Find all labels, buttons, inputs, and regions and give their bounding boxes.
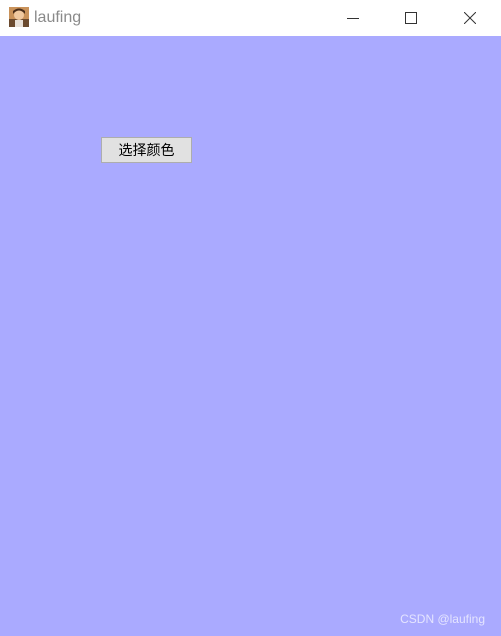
close-icon — [464, 12, 476, 24]
close-button[interactable] — [441, 0, 499, 36]
choose-color-button[interactable]: 选择颜色 — [101, 137, 192, 163]
app-avatar-icon — [9, 7, 29, 27]
minimize-icon — [347, 18, 359, 19]
window-title: laufing — [34, 9, 82, 26]
maximize-icon — [405, 12, 417, 24]
watermark-text: CSDN @laufing — [400, 612, 485, 626]
client-area: 选择颜色 CSDN @laufing — [0, 36, 501, 636]
title-bar[interactable]: laufing — [0, 0, 501, 36]
minimize-button[interactable] — [324, 0, 382, 36]
maximize-button[interactable] — [382, 0, 440, 36]
app-window: laufing 选择颜色 CSDN @laufing — [0, 0, 501, 636]
